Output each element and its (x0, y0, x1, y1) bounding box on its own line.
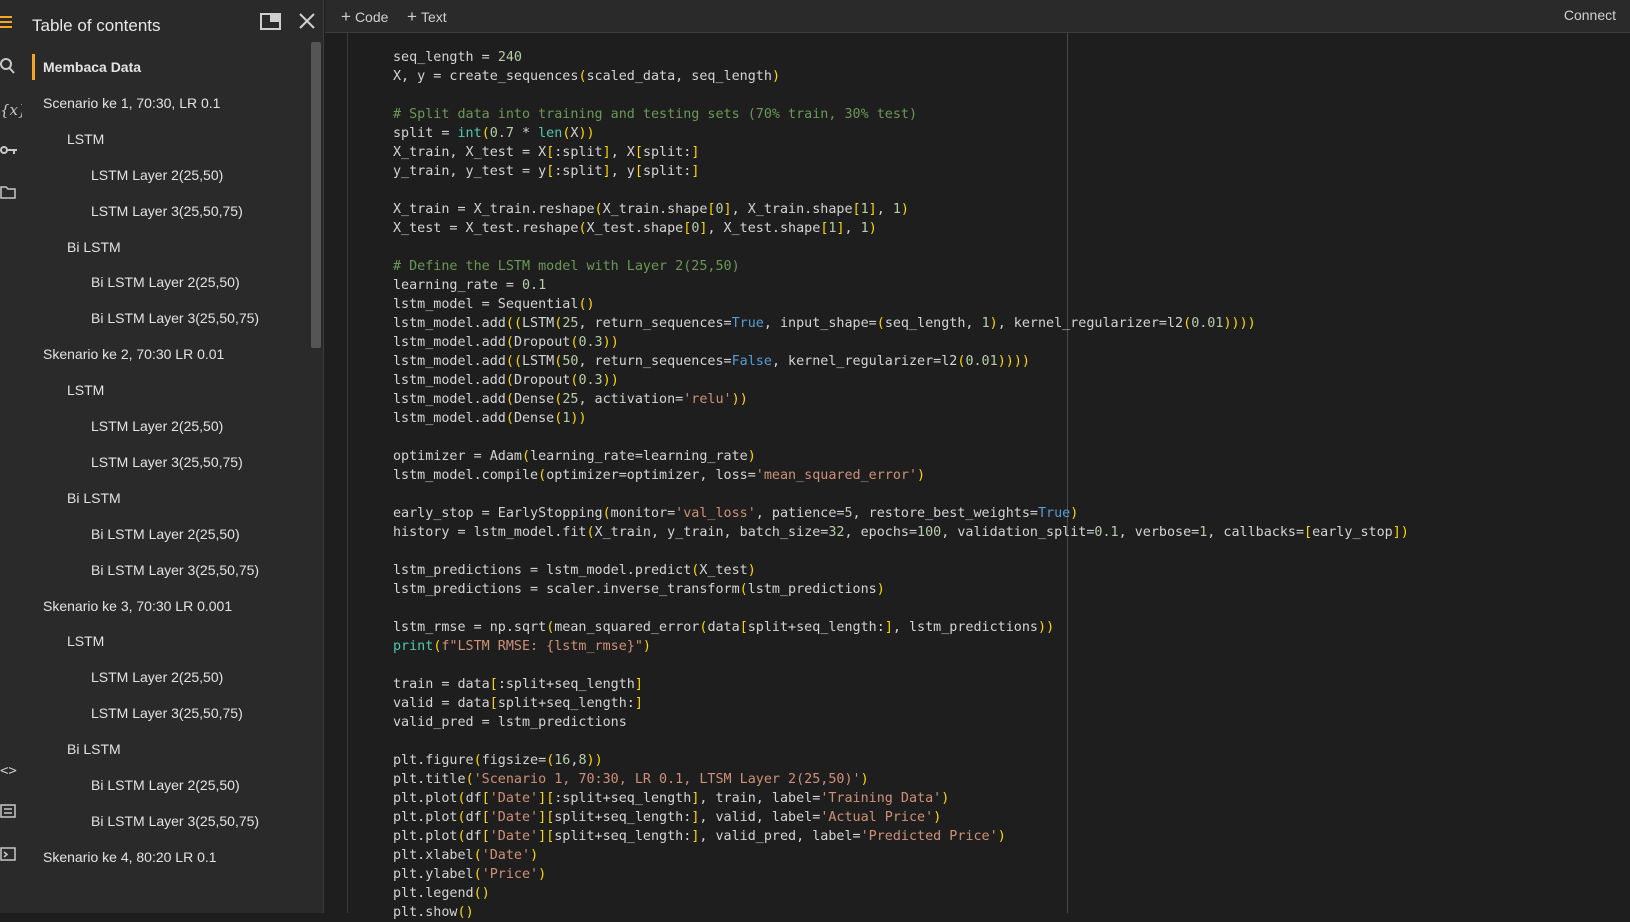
toc-item[interactable]: Bi LSTM Layer 3(25,50,75) (22, 555, 259, 585)
toc-item[interactable]: LSTM Layer 3(25,50,75) (22, 698, 243, 728)
toc-item[interactable]: Skenario ke 3, 70:30 LR 0.001 (22, 591, 232, 621)
toc-item[interactable]: LSTM Layer 2(25,50) (22, 411, 223, 441)
code-line[interactable]: lstm_model.add(Dropout(0.3)) (393, 333, 1409, 352)
add-code-label: Code (354, 9, 389, 25)
code-line[interactable] (393, 732, 1409, 751)
code-line[interactable]: lstm_model.add(Dropout(0.3)) (393, 371, 1409, 390)
toc-item[interactable]: LSTM (22, 124, 104, 154)
notebook-toolbar: + Code + Text Connect (325, 0, 1630, 33)
code-line[interactable]: plt.figure(figsize=(16,8)) (393, 751, 1409, 770)
toc-item[interactable]: Scenario ke 1, 70:30, LR 0.1 (22, 88, 220, 118)
add-text-button[interactable]: + Text (407, 7, 447, 27)
toc-item[interactable]: Bi LSTM Layer 3(25,50,75) (22, 303, 259, 333)
code-line[interactable]: # Define the LSTM model with Layer 2(25,… (393, 257, 1409, 276)
code-line[interactable]: X_train = X_train.reshape(X_train.shape[… (393, 200, 1409, 219)
toc-header: Table of contents (22, 0, 323, 50)
toc-item[interactable]: Skenario ke 4, 80:20 LR 0.1 (22, 842, 217, 872)
code-line[interactable]: X_train, X_test = X[:split], X[split:] (393, 143, 1409, 162)
code-line[interactable]: valid = data[split+seq_length:] (393, 694, 1409, 713)
toc-item[interactable]: Skenario ke 2, 70:30 LR 0.01 (22, 339, 224, 369)
code-line[interactable]: plt.title('Scenario 1, 70:30, LR 0.1, LT… (393, 770, 1409, 789)
code-line[interactable] (393, 86, 1409, 105)
add-text-label: Text (420, 9, 447, 25)
toc-title: Table of contents (32, 16, 161, 35)
code-line[interactable]: lstm_model.compile(optimizer=optimizer, … (393, 466, 1409, 485)
connect-button[interactable]: Connect (1564, 7, 1616, 23)
code-line[interactable] (393, 656, 1409, 675)
code-line[interactable]: lstm_model.add((LSTM(25, return_sequence… (393, 314, 1409, 333)
toc-item[interactable]: LSTM Layer 2(25,50) (22, 160, 223, 190)
code-line[interactable]: early_stop = EarlyStopping(monitor='val_… (393, 504, 1409, 523)
code-line[interactable]: lstm_predictions = scaler.inverse_transf… (393, 580, 1409, 599)
code-line[interactable] (393, 599, 1409, 618)
toc-item[interactable]: Bi LSTM (22, 734, 121, 764)
toc-item[interactable]: LSTM (22, 375, 104, 405)
plus-icon: + (407, 7, 417, 26)
code-line[interactable]: # Split data into training and testing s… (393, 105, 1409, 124)
code-line[interactable]: lstm_model.add(Dense(1)) (393, 409, 1409, 428)
code-line[interactable]: plt.plot(df['Date'][:split+seq_length], … (393, 789, 1409, 808)
folder-icon[interactable] (0, 184, 22, 206)
code-line[interactable]: split = int(0.7 * len(X)) (393, 124, 1409, 143)
search-icon[interactable] (0, 57, 22, 79)
toc-item[interactable]: LSTM Layer 3(25,50,75) (22, 196, 243, 226)
toc-item[interactable]: Bi LSTM Layer 2(25,50) (22, 770, 240, 800)
code-line[interactable] (393, 542, 1409, 561)
code-line[interactable] (393, 428, 1409, 447)
code-line[interactable]: train = data[:split+seq_length] (393, 675, 1409, 694)
toc-item[interactable]: Bi LSTM Layer 2(25,50) (22, 519, 240, 549)
toc-item[interactable]: LSTM Layer 2(25,50) (22, 662, 223, 692)
toc-item[interactable]: Membaca Data (22, 52, 141, 82)
code-line[interactable]: valid_pred = lstm_predictions (393, 713, 1409, 732)
code-line[interactable]: plt.legend() (393, 884, 1409, 903)
code-line[interactable]: y_train, y_test = y[:split], y[split:] (393, 162, 1409, 181)
menu-icon[interactable] (0, 14, 22, 36)
toc-item[interactable]: Bi LSTM Layer 3(25,50,75) (22, 806, 259, 836)
code-line[interactable]: learning_rate = 0.1 (393, 276, 1409, 295)
code-line[interactable]: plt.xlabel('Date') (393, 846, 1409, 865)
code-line[interactable]: plt.plot(df['Date'][split+seq_length:], … (393, 827, 1409, 846)
code-snippets-icon[interactable]: <> (0, 760, 22, 782)
close-icon[interactable] (298, 12, 322, 36)
left-rail: {x} <> (0, 0, 28, 913)
code-line[interactable]: X, y = create_sequences(scaled_data, seq… (393, 67, 1409, 86)
code-line[interactable]: lstm_model.add(Dense(25, activation='rel… (393, 390, 1409, 409)
toc-scrollbar[interactable] (311, 42, 321, 348)
terminal-icon[interactable] (0, 846, 22, 868)
toc-item[interactable]: Bi LSTM (22, 232, 121, 262)
key-icon[interactable] (0, 142, 22, 164)
code-line[interactable]: lstm_predictions = lstm_model.predict(X_… (393, 561, 1409, 580)
code-line[interactable]: X_test = X_test.reshape(X_test.shape[0],… (393, 219, 1409, 238)
command-palette-icon[interactable] (0, 803, 22, 825)
code-line[interactable]: plt.plot(df['Date'][split+seq_length:], … (393, 808, 1409, 827)
code-line[interactable]: print(f"LSTM RMSE: {lstm_rmse}") (393, 637, 1409, 656)
code-line[interactable] (393, 181, 1409, 200)
code-editor[interactable]: seq_length = 240 X, y = create_sequences(… (393, 48, 1409, 922)
toc-item[interactable]: Bi LSTM Layer 2(25,50) (22, 267, 240, 297)
add-code-button[interactable]: + Code (341, 7, 388, 27)
code-line[interactable]: optimizer = Adam(learning_rate=learning_… (393, 447, 1409, 466)
code-line[interactable]: lstm_rmse = np.sqrt(mean_squared_error(d… (393, 618, 1409, 637)
plus-icon: + (341, 7, 351, 26)
code-line[interactable] (393, 238, 1409, 257)
code-line[interactable]: history = lstm_model.fit(X_train, y_trai… (393, 523, 1409, 542)
toc-item[interactable]: LSTM Layer 3(25,50,75) (22, 447, 243, 477)
code-line[interactable] (393, 485, 1409, 504)
code-line[interactable]: plt.ylabel('Price') (393, 865, 1409, 884)
code-line[interactable]: lstm_model = Sequential() (393, 295, 1409, 314)
variables-icon[interactable]: {x} (0, 99, 28, 121)
table-of-contents-panel: Table of contents Membaca Data Scenario k… (22, 0, 324, 913)
open-in-tab-icon[interactable] (260, 12, 284, 36)
code-line[interactable]: seq_length = 240 (393, 48, 1409, 67)
toc-item[interactable]: LSTM (22, 626, 104, 656)
code-line[interactable]: lstm_model.add((LSTM(50, return_sequence… (393, 352, 1409, 371)
toc-item[interactable]: Bi LSTM (22, 483, 121, 513)
